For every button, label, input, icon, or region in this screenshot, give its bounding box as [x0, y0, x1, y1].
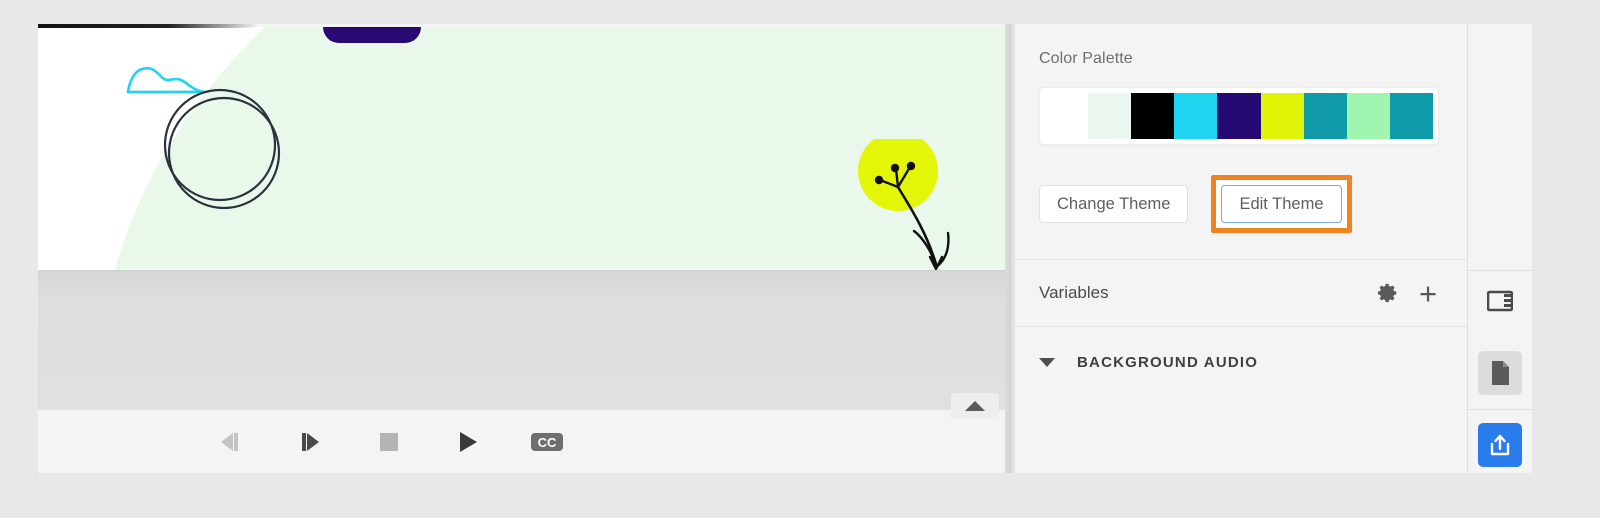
flower-illustration[interactable]	[848, 139, 993, 270]
stop-square-icon	[380, 432, 398, 451]
triangle-up-icon	[965, 401, 985, 411]
color-swatch[interactable]	[1217, 93, 1261, 139]
stop-button[interactable]	[372, 425, 406, 459]
slide-canvas[interactable]	[38, 24, 1005, 270]
color-swatch[interactable]	[1174, 93, 1218, 139]
color-palette-swatches[interactable]	[1039, 87, 1439, 145]
slide-properties-button[interactable]	[1478, 351, 1522, 395]
background-audio-accordion[interactable]: BACKGROUND AUDIO	[1015, 327, 1467, 397]
captivate-editor-window: CC Color Palette Change Theme Edit Theme…	[38, 24, 1533, 473]
change-theme-button[interactable]: Change Theme	[1039, 185, 1189, 223]
add-variable-button[interactable]: +	[1413, 275, 1443, 311]
chevron-down-icon	[1039, 357, 1055, 367]
color-palette-section: Color Palette Change Theme Edit Theme	[1015, 24, 1467, 260]
edit-theme-button[interactable]: Edit Theme	[1221, 185, 1342, 223]
playback-toolbar: CC	[38, 409, 1005, 473]
play-button[interactable]	[451, 425, 485, 459]
background-audio-label: BACKGROUND AUDIO	[1077, 353, 1259, 371]
color-swatch[interactable]	[1346, 93, 1390, 139]
properties-panel-button[interactable]	[1478, 279, 1522, 323]
color-swatch[interactable]	[1131, 93, 1175, 139]
right-toolbar-rail	[1467, 24, 1533, 473]
cc-label: CC	[538, 435, 557, 450]
rail-divider	[1468, 409, 1533, 410]
playback-controls-group: CC	[214, 425, 564, 459]
timeline-expand-button[interactable]	[951, 393, 999, 419]
theme-action-buttons: Change Theme Edit Theme	[1039, 175, 1443, 233]
step-forward-icon	[302, 432, 319, 451]
panel-resize-handle[interactable]	[1005, 24, 1015, 473]
color-swatch[interactable]	[1389, 93, 1433, 139]
plus-icon: +	[1418, 275, 1438, 311]
timeline-panel[interactable]	[38, 270, 1005, 419]
canvas-top-edge-shadow	[38, 24, 258, 28]
rail-divider	[1468, 270, 1533, 271]
closed-captions-button[interactable]: CC	[530, 425, 564, 459]
stage-column: CC	[38, 24, 1005, 473]
cc-icon: CC	[531, 432, 563, 451]
color-swatch[interactable]	[1260, 93, 1304, 139]
next-slide-button[interactable]	[293, 425, 327, 459]
document-page-icon	[1492, 361, 1509, 385]
variables-section-header: Variables +	[1015, 260, 1467, 327]
publish-upload-icon	[1490, 434, 1510, 456]
previous-slide-button[interactable]	[214, 425, 248, 459]
purple-rounded-blob-shape[interactable]	[323, 27, 421, 43]
color-swatch[interactable]	[1045, 93, 1089, 139]
slide-content[interactable]	[38, 27, 1005, 270]
step-backward-icon	[221, 432, 238, 451]
panel-layout-icon	[1487, 290, 1513, 312]
edit-theme-highlight-annotation: Edit Theme	[1211, 175, 1352, 233]
color-swatch[interactable]	[1088, 93, 1132, 139]
play-triangle-icon	[460, 431, 477, 452]
variables-settings-button[interactable]	[1373, 278, 1403, 308]
variables-title: Variables	[1039, 283, 1109, 302]
double-circle-outline-icon[interactable]	[158, 85, 288, 215]
properties-panel: Color Palette Change Theme Edit Theme Va…	[1015, 24, 1467, 473]
color-palette-label: Color Palette	[1039, 50, 1133, 67]
publish-button[interactable]	[1478, 423, 1522, 467]
color-swatch[interactable]	[1303, 93, 1347, 139]
gear-icon	[1377, 283, 1397, 303]
